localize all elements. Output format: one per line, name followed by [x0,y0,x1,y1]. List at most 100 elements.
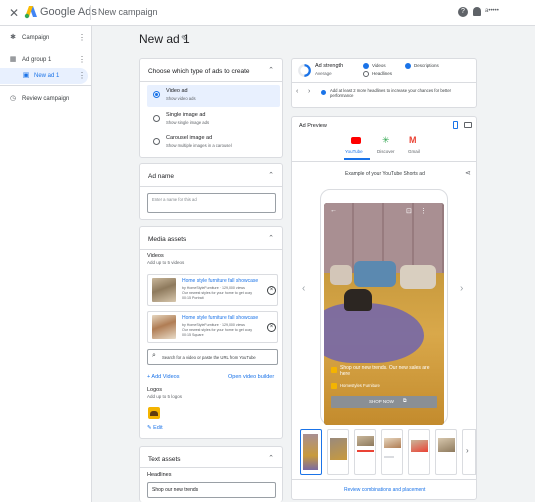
ad-type-card: Choose which type of ads to create ⌃ Vid… [139,58,283,158]
radio-button[interactable] [153,115,160,122]
more-vert-icon[interactable]: ⋮ [420,207,427,215]
video-meta: by HomeStyleFurniture · 129,000 views Ou… [182,286,262,301]
back-arrow-icon[interactable]: ← [330,207,337,214]
video-duration: 00:15 Square [182,333,204,337]
remove-video-icon[interactable]: × [267,323,276,332]
media-assets-card: Media assets ⌃ Videos Add up to 5 videos… [139,226,283,439]
placement-thumbnail[interactable] [327,429,349,475]
card-heading: Media assets [148,236,187,243]
chevron-right-icon[interactable]: › [308,88,310,95]
search-icon: ⌕ [152,352,156,359]
desktop-device-icon[interactable] [464,122,472,128]
search-placeholder: Search for a video or paste the URL from… [162,355,256,360]
card-heading: Ad name [148,173,175,180]
page-header-title: New campaign [98,7,158,17]
top-bar: ✕ Google Ads New campaign ? a••••• [0,0,535,26]
youtube-icon [351,137,361,144]
tab-discover[interactable]: ✳ Discover [376,135,400,162]
chevron-up-icon[interactable]: ⌃ [268,454,274,462]
gmail-icon: M [409,135,417,145]
chevron-up-icon[interactable]: ⌃ [268,234,274,242]
add-videos-button[interactable]: + Add Videos [147,374,179,380]
headline-input[interactable]: Shop our new trends [147,482,276,498]
sidebar-item-campaign[interactable]: ✱ Campaign ⋮ [0,30,92,46]
ad-text: Shop our new trends. Our new sales are h… [340,365,430,377]
sidebar-item-label: New ad 1 [34,73,60,79]
text-assets-card: Text assets ⌃ Headlines Shop our new tre… [139,446,283,502]
tab-label: YouTube [345,149,363,154]
video-search-input[interactable]: ⌕ Search for a video or paste the URL fr… [147,349,278,365]
placement-thumbnail[interactable] [300,429,322,475]
mobile-device-icon[interactable] [453,121,458,129]
divider [140,81,282,82]
pillow [354,261,396,287]
radio-button[interactable] [153,91,160,98]
sidebar-item-review[interactable]: ◷ Review campaign [0,91,92,107]
logo-thumbnail[interactable] [148,407,160,419]
review-combinations-link[interactable]: Review combinations and placement [344,487,425,493]
sidebar-item-ad-group[interactable]: ▦ Ad group 1 ⋮ [0,52,92,68]
chevron-left-icon[interactable]: ‹ [296,88,298,95]
chevron-up-icon[interactable]: ⌃ [268,171,274,179]
ad-strength-card: Ad strength Average Videos Descriptions … [291,58,477,108]
ad-preview-panel: Ad Preview YouTube ✳ Discover M Gmail Ex… [291,116,477,500]
placement-thumbnail[interactable] [435,429,457,475]
advertiser-logo [331,383,337,389]
ad-strength-value: Average [315,71,332,76]
chevron-up-icon[interactable]: ⌃ [268,66,274,74]
tab-label: Gmail [408,149,420,154]
option-subtitle: Show video ads [166,96,196,101]
chevron-left-icon[interactable]: ‹ [302,283,305,294]
sidebar-item-new-ad[interactable]: ▣ New ad 1 ⋮ [0,68,88,84]
chevron-right-icon[interactable]: › [460,283,463,294]
placement-thumbnail[interactable] [408,429,430,475]
thumbnail-image [384,438,401,448]
camera-icon[interactable]: ⊡ [406,207,412,215]
edit-pencil-icon[interactable]: ✎ [181,34,188,43]
open-video-builder-link[interactable]: Open video builder [228,374,274,380]
advertiser-name: Homestyles Furniture [340,383,380,388]
help-icon[interactable]: ? [458,7,468,17]
ad-strength-tip: Add at least 2 more headlines to increas… [330,88,452,98]
headlines-label: Headlines [147,472,172,478]
close-icon[interactable]: ✕ [9,6,19,20]
sidebar: ✱ Campaign ⋮ ▦ Ad group 1 ⋮ ▣ New ad 1 ⋮… [0,26,92,502]
tab-youtube[interactable]: YouTube [344,137,370,162]
campaign-icon: ✱ [10,34,16,41]
check-videos: Videos [372,63,386,68]
placement-thumbnail[interactable] [381,429,403,475]
check-icon [405,63,411,69]
video-title[interactable]: Home style furniture fall showcase [182,315,258,321]
sidebar-item-label: Ad group 1 [22,57,52,63]
option-subtitle: Show multiple images in a carousel [166,143,232,148]
advertiser-logo [331,367,337,373]
share-icon[interactable]: ⋖ [465,169,471,177]
cta-label: SHOP NOW [369,399,394,404]
placement-thumbnail[interactable]: › [462,429,476,475]
radio-button[interactable] [153,138,160,145]
check-descriptions: Descriptions [414,63,439,68]
option-single-image-ad[interactable]: Single image ad Show single image ads [147,109,280,131]
ad-name-field[interactable]: Enter a name for this ad [147,193,276,213]
card-heading: Choose which type of ads to create [148,68,250,75]
chevron-right-icon[interactable]: › [466,446,469,455]
video-meta: by HomeStyleFurniture · 129,000 views Ou… [182,323,262,338]
more-icon[interactable]: ⋮ [78,30,86,46]
video-item[interactable]: Home style furniture fall showcase by Ho… [147,311,278,343]
account-menu[interactable]: a••••• [485,5,525,18]
placement-thumbnail[interactable] [354,429,376,475]
tab-gmail[interactable]: M Gmail [406,135,426,162]
video-title[interactable]: Home style furniture fall showcase [182,278,258,284]
shop-now-button[interactable]: SHOP NOW ⧉ [331,396,437,408]
video-item[interactable]: Home style furniture fall showcase by Ho… [147,274,278,306]
more-icon[interactable]: ⋮ [78,52,86,68]
remove-video-icon[interactable]: × [267,286,276,295]
option-video-ad[interactable]: Video ad Show video ads [147,85,280,107]
option-carousel-image-ad[interactable]: Carousel image ad Show multiple images i… [147,132,280,154]
thumbnail-bar [384,456,394,458]
tab-label: Discover [377,149,395,154]
edit-logos-button[interactable]: ✎ Edit [147,425,163,431]
notification-icon[interactable] [473,7,481,16]
ad-strength-gauge [298,64,311,77]
more-icon[interactable]: ⋮ [78,68,86,84]
